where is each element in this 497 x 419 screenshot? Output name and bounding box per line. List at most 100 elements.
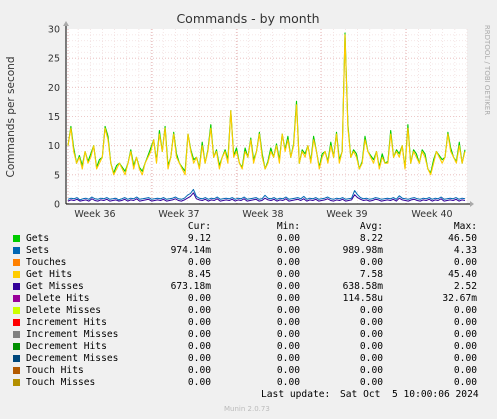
legend-max-value: 45.40 <box>448 269 477 280</box>
x-tick-label: Week 36 <box>74 209 115 220</box>
legend-row: Decrement Hits 0.00 0.00 0.00 0.00 <box>0 341 497 353</box>
legend-swatch <box>13 271 20 278</box>
legend-avg-value: 989.98m <box>342 245 383 256</box>
legend-series-name: Touch Misses <box>26 377 96 388</box>
legend-swatch <box>13 295 20 302</box>
legend-row: Get Misses 673.18m 0.00 638.58m 2.52 <box>0 281 497 293</box>
legend-min-value: 0.00 <box>276 281 300 292</box>
legend-row: Increment Hits 0.00 0.00 0.00 0.00 <box>0 317 497 329</box>
col-min: Min: <box>276 221 300 232</box>
footer-row: Munin 2.0.73 <box>0 403 497 415</box>
y-tick-label: 10 <box>48 141 60 152</box>
legend-max-value: 32.67m <box>442 293 477 304</box>
legend-swatch <box>13 319 20 326</box>
y-tick-label: 20 <box>48 83 60 94</box>
legend-cur-value: 0.00 <box>187 329 211 340</box>
legend-swatch <box>13 343 20 350</box>
legend-row: Touch Hits 0.00 0.00 0.00 0.00 <box>0 365 497 377</box>
x-tick-label: Week 37 <box>158 209 199 220</box>
legend-cur-value: 974.14m <box>170 245 211 256</box>
legend-series-name: Get Misses <box>26 281 84 292</box>
legend-swatch <box>13 331 20 338</box>
legend-min-value: 0.00 <box>276 377 300 388</box>
legend-row: Increment Misses 0.00 0.00 0.00 0.00 <box>0 329 497 341</box>
legend-cur-value: 0.00 <box>187 341 211 352</box>
legend-avg-value: 0.00 <box>359 365 383 376</box>
legend-series-name: Increment Misses <box>26 329 119 340</box>
legend-avg-value: 0.00 <box>359 305 383 316</box>
legend-cur-value: 0.00 <box>187 353 211 364</box>
legend-max-value: 2.52 <box>453 281 477 292</box>
legend-swatch <box>13 235 20 242</box>
legend-min-value: 0.00 <box>276 257 300 268</box>
legend-cur-value: 8.45 <box>187 269 211 280</box>
legend-max-value: 0.00 <box>453 329 477 340</box>
legend-avg-value: 8.22 <box>359 233 383 244</box>
legend-cur-value: 0.00 <box>187 257 211 268</box>
legend-swatch <box>13 307 20 314</box>
legend-max-value: 46.50 <box>448 233 477 244</box>
legend-header: Cur: Min: Avg: Max: <box>0 221 497 233</box>
legend-cur-value: 0.00 <box>187 365 211 376</box>
legend-max-value: 0.00 <box>453 353 477 364</box>
legend-series-name: Decrement Hits <box>26 341 107 352</box>
last-update-label: Last update: <box>261 389 331 400</box>
legend-min-value: 0.00 <box>276 233 300 244</box>
legend-swatch <box>13 283 20 290</box>
y-axis-label: Commands per second <box>5 56 17 177</box>
legend-max-value: 4.33 <box>453 245 477 256</box>
chart-title: Commands - by month <box>176 11 319 26</box>
legend-min-value: 0.00 <box>276 293 300 304</box>
legend-cur-value: 9.12 <box>187 233 211 244</box>
legend-series-name: Touch Hits <box>26 365 84 376</box>
legend-series-name: Decrement Misses <box>26 353 119 364</box>
legend-max-value: 0.00 <box>453 317 477 328</box>
legend-avg-value: 0.00 <box>359 377 383 388</box>
x-tick-label: Week 39 <box>326 209 367 220</box>
legend-row: Get Hits 8.45 0.00 7.58 45.40 <box>0 269 497 281</box>
legend-cur-value: 0.00 <box>187 293 211 304</box>
legend-avg-value: 0.00 <box>359 329 383 340</box>
legend-max-value: 0.00 <box>453 365 477 376</box>
legend-avg-value: 7.58 <box>359 269 383 280</box>
legend-avg-value: 638.58m <box>342 281 383 292</box>
y-tick-label: 25 <box>48 54 60 65</box>
legend-series-name: Touches <box>26 257 67 268</box>
legend-min-value: 0.00 <box>276 245 300 256</box>
legend-row: Touch Misses 0.00 0.00 0.00 0.00 <box>0 377 497 389</box>
col-avg: Avg: <box>359 221 383 232</box>
x-axis-arrow <box>470 201 474 207</box>
legend-avg-value: 114.58u <box>342 293 383 304</box>
legend-min-value: 0.00 <box>276 317 300 328</box>
y-axis-arrow <box>63 21 69 26</box>
legend-min-value: 0.00 <box>276 353 300 364</box>
y-tick-label: 15 <box>48 112 60 123</box>
y-tick-label: 0 <box>54 200 60 211</box>
legend-cur-value: 0.00 <box>187 317 211 328</box>
legend-row: Touches 0.00 0.00 0.00 0.00 <box>0 257 497 269</box>
legend-swatch <box>13 367 20 374</box>
legend-max-value: 0.00 <box>453 341 477 352</box>
last-update-value: Sat Oct 5 10:00:06 2024 <box>340 389 479 400</box>
legend-avg-value: 0.00 <box>359 317 383 328</box>
legend-row: Gets 9.12 0.00 8.22 46.50 <box>0 233 497 245</box>
rrdtool-credit: RRDTOOL / TOBI OETIKER <box>483 25 491 115</box>
col-max: Max: <box>453 221 477 232</box>
legend-max-value: 0.00 <box>453 377 477 388</box>
legend-series-name: Delete Misses <box>26 305 102 316</box>
legend-max-value: 0.00 <box>453 257 477 268</box>
legend-min-value: 0.00 <box>276 305 300 316</box>
legend-row: Decrement Misses 0.00 0.00 0.00 0.00 <box>0 353 497 365</box>
legend-avg-value: 0.00 <box>359 353 383 364</box>
legend-swatch <box>13 259 20 266</box>
y-tick-label: 30 <box>48 25 60 36</box>
legend-swatch <box>13 379 20 386</box>
legend-min-value: 0.00 <box>276 269 300 280</box>
col-cur: Cur: <box>187 221 211 232</box>
legend-cur-value: 673.18m <box>170 281 211 292</box>
legend-series-name: Increment Hits <box>26 317 107 328</box>
legend-min-value: 0.00 <box>276 365 300 376</box>
legend-cur-value: 0.00 <box>187 305 211 316</box>
x-tick-label: Week 40 <box>411 209 452 220</box>
legend-row: Delete Hits 0.00 0.00 114.58u 32.67m <box>0 293 497 305</box>
